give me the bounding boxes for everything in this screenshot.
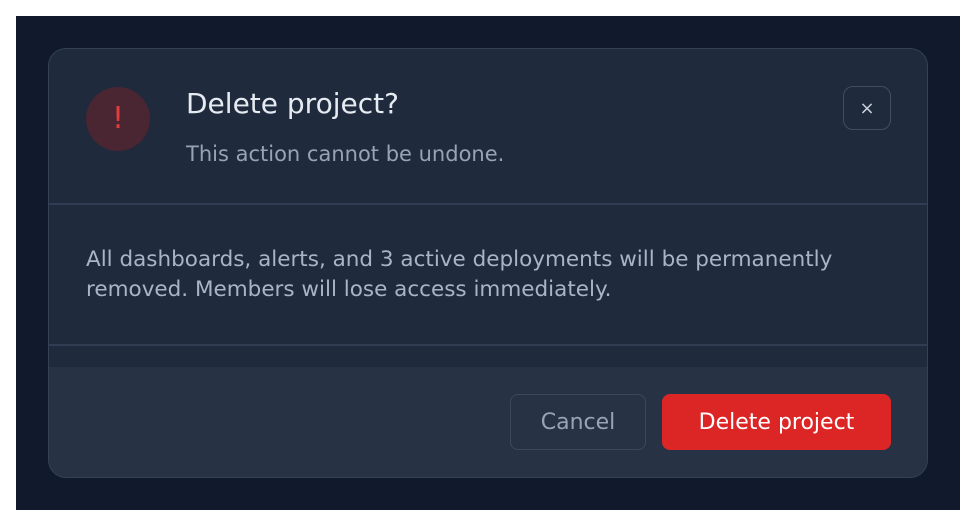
cancel-button[interactable]: Cancel	[510, 394, 646, 450]
close-button[interactable]: ×	[843, 86, 891, 130]
body-divider	[49, 344, 927, 346]
warning-badge: !	[86, 87, 150, 151]
delete-project-dialog: ! Delete project? This action cannot be …	[48, 48, 928, 478]
dialog-body: All dashboards, alerts, and 3 active dep…	[86, 247, 833, 302]
header-divider	[49, 203, 927, 205]
dialog-subtitle: This action cannot be undone.	[186, 142, 505, 166]
dialog-title: Delete project?	[186, 87, 399, 120]
exclamation-icon: !	[111, 101, 125, 136]
close-icon: ×	[859, 97, 875, 119]
dialog-footer: Cancel Delete project	[49, 367, 927, 477]
delete-project-button[interactable]: Delete project	[662, 394, 891, 450]
dialog-header: ! Delete project? This action cannot be …	[49, 49, 927, 203]
